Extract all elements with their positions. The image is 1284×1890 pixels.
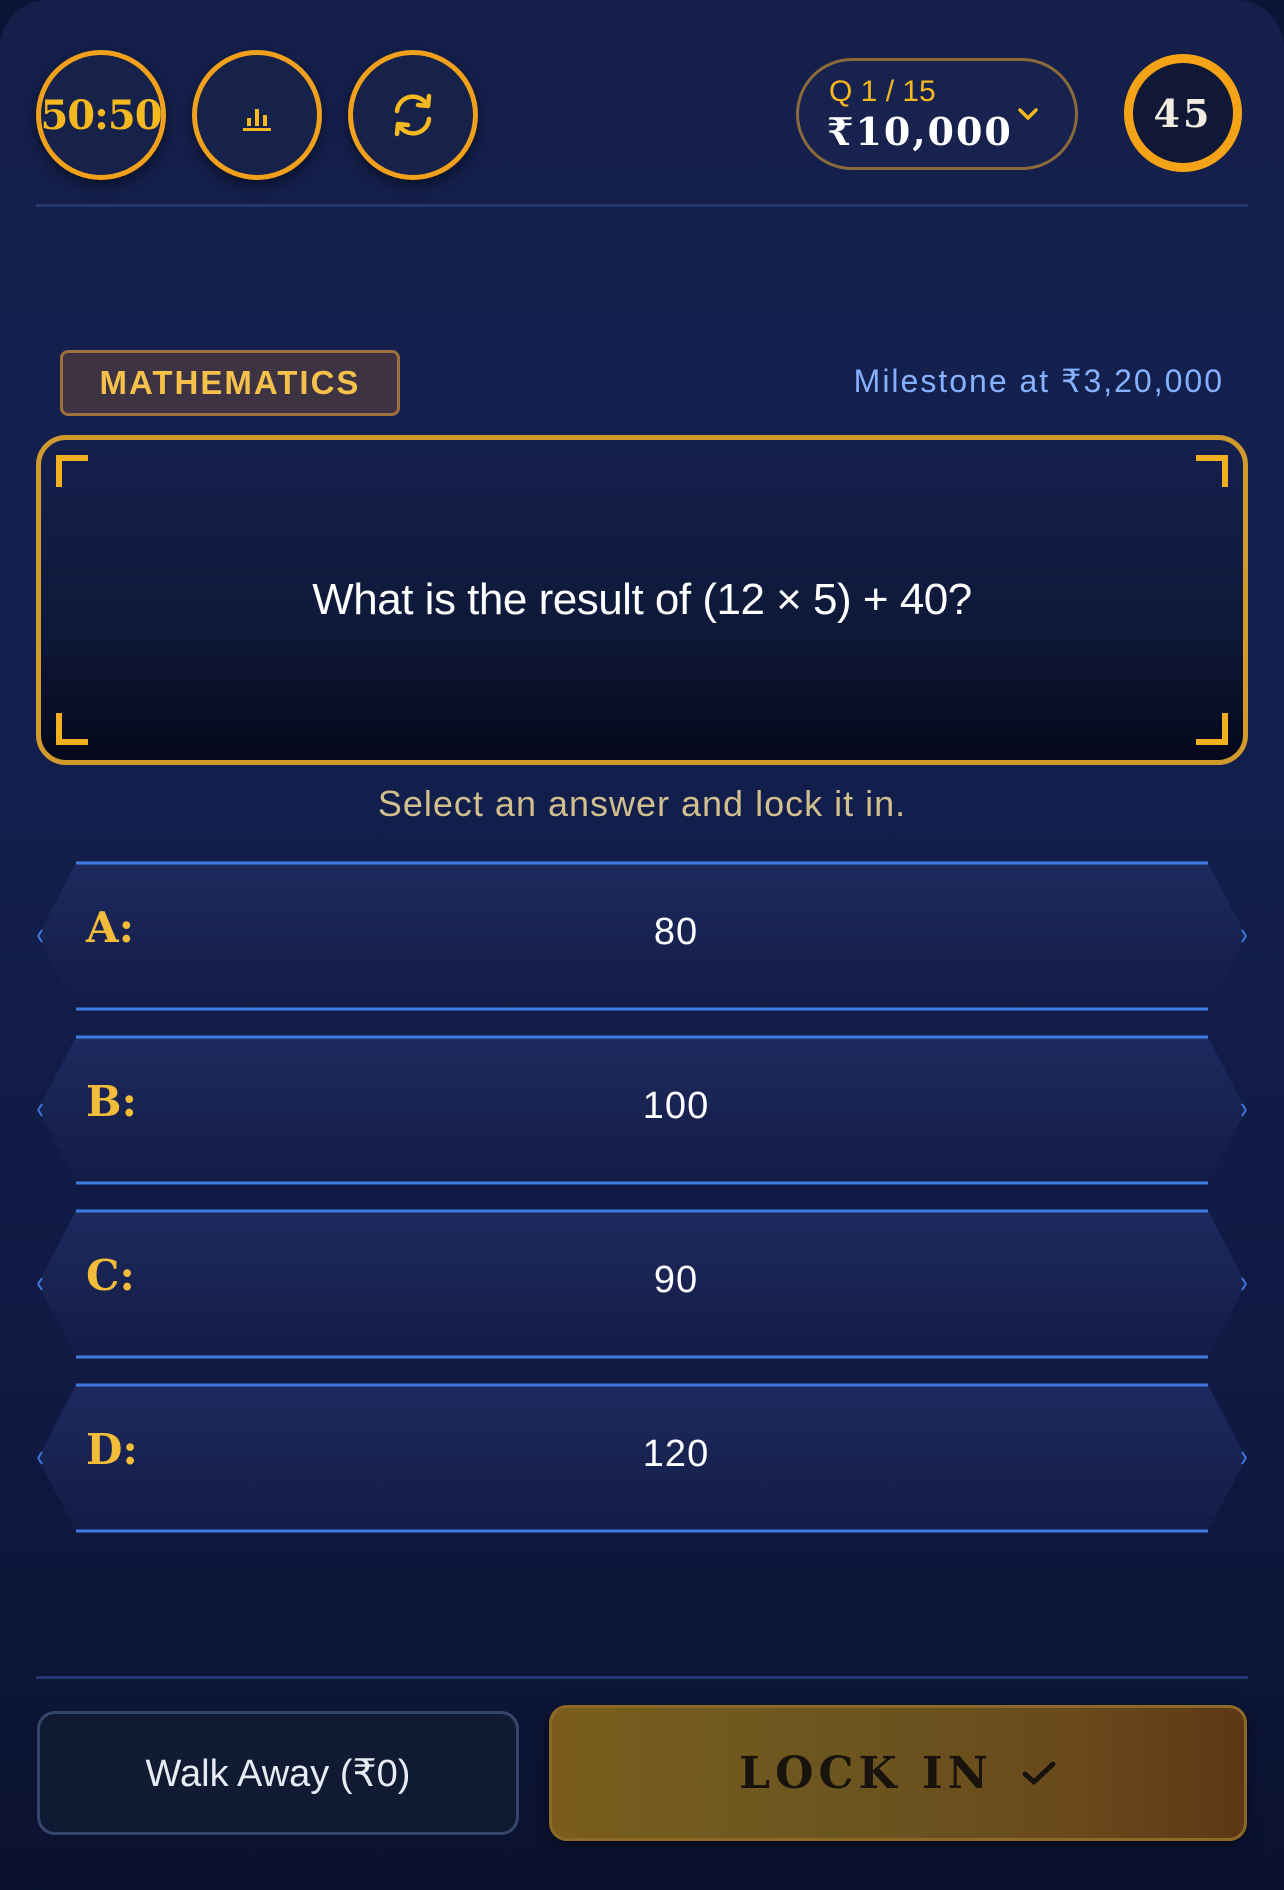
lock-in-label: LOCK IN [739, 1747, 993, 1799]
bottom-divider [36, 1676, 1248, 1679]
corner-bracket [1196, 455, 1228, 487]
audience-poll-icon [243, 109, 271, 131]
lock-in-button[interactable]: LOCK IN [549, 1705, 1247, 1841]
swap-question-lifeline-button[interactable] [348, 50, 478, 180]
corner-bracket [1196, 713, 1228, 745]
fifty-fifty-label: 50:50 [40, 91, 162, 139]
walk-away-button[interactable]: Walk Away (₹0) [37, 1711, 519, 1835]
question-counter: Q 1 / 15 [829, 75, 936, 108]
checkmark-icon [1022, 1761, 1056, 1785]
prize-progress-dropdown[interactable]: Q 1 / 15 ₹10,000 [796, 58, 1078, 170]
milestone-text: Milestone at ₹3,20,000 [853, 363, 1224, 399]
game-screen: 50:50 Q 1 / 15 ₹10,000 45 MATHEMATICS Mi [0, 0, 1284, 1890]
answer-value: 100 [642, 1085, 710, 1127]
corner-bracket [56, 455, 88, 487]
category-badge: MATHEMATICS [60, 350, 400, 416]
walk-away-label: Walk Away (₹0) [145, 1752, 411, 1795]
answer-value: 80 [653, 911, 699, 953]
answer-value: 90 [653, 1259, 699, 1301]
countdown-timer: 45 [1124, 54, 1242, 172]
current-prize-amount: ₹10,000 [827, 109, 1013, 154]
question-box: What is the result of (12 × 5) + 40? [36, 435, 1248, 765]
question-text: What is the result of (12 × 5) + 40? [312, 575, 972, 624]
chevron-down-icon [1018, 108, 1038, 120]
corner-bracket [56, 713, 88, 745]
category-label: MATHEMATICS [99, 364, 361, 401]
answer-value: 120 [642, 1433, 710, 1475]
answer-option-d[interactable]: D: 120 [36, 1383, 1248, 1533]
swap-question-icon [394, 93, 432, 137]
instruction-text: Select an answer and lock it in. [377, 783, 907, 824]
fifty-fifty-lifeline-button[interactable]: 50:50 [36, 50, 166, 180]
answer-option-c[interactable]: C: 90 [36, 1209, 1248, 1359]
answer-option-a[interactable]: A: 80 [36, 861, 1248, 1011]
timer-seconds: 45 [1153, 90, 1213, 136]
audience-poll-lifeline-button[interactable] [192, 50, 322, 180]
answer-option-b[interactable]: B: 100 [36, 1035, 1248, 1185]
top-divider [36, 204, 1248, 207]
